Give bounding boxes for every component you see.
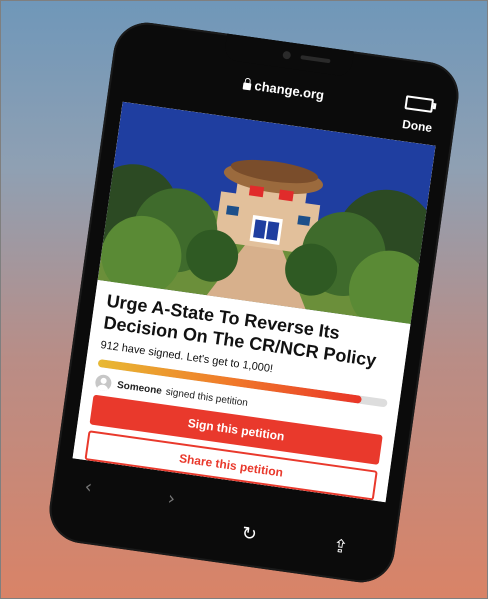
url-text: change.org: [253, 78, 326, 103]
phone: change.org Done Urge A-State To Reverse …: [45, 18, 463, 587]
illustration-background: change.org Done Urge A-State To Reverse …: [0, 0, 488, 599]
recent-signer-text: signed this petition: [164, 386, 249, 409]
done-button[interactable]: Done: [401, 117, 433, 135]
browser-screen: Urge A-State To Reverse Its Decision On …: [72, 101, 436, 503]
forward-icon[interactable]: ›: [166, 488, 176, 510]
back-icon[interactable]: ‹: [83, 476, 93, 498]
recent-signer-name: Someone: [116, 379, 163, 397]
avatar-icon: [94, 373, 113, 392]
lock-icon: [243, 82, 252, 91]
share-icon[interactable]: ⇪: [331, 535, 349, 558]
reload-icon[interactable]: ↻: [240, 523, 258, 546]
